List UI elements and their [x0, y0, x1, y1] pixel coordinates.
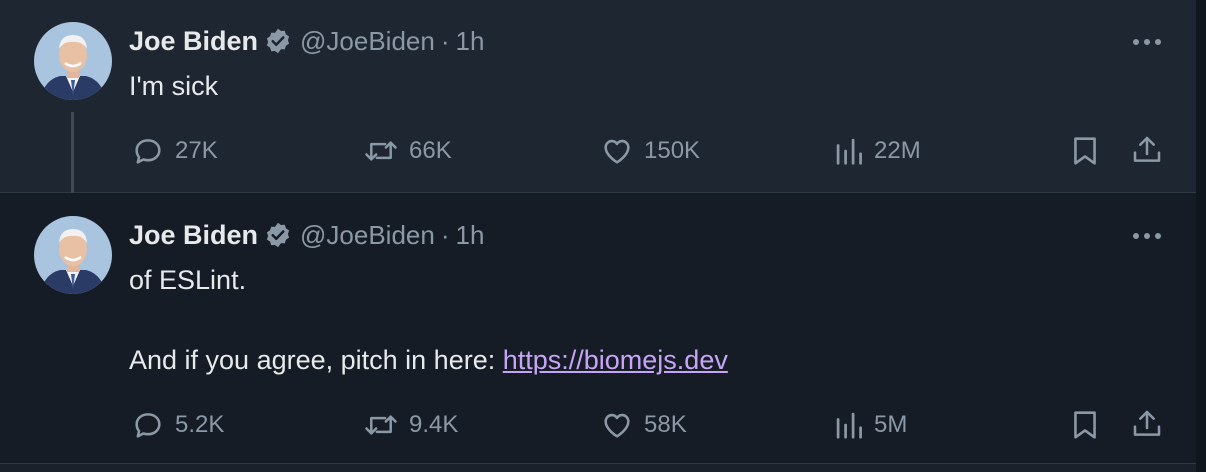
avatar[interactable] — [34, 22, 112, 100]
separator-dot: · — [440, 219, 450, 250]
repost-button[interactable]: 9.4K — [363, 407, 458, 443]
tweet-divider — [0, 463, 1196, 464]
tweet-text-segment: And if you agree, pitch in here: — [129, 345, 503, 375]
bar-chart-icon — [834, 134, 864, 168]
author-handle[interactable]: @JoeBiden — [300, 220, 435, 251]
repost-button[interactable]: 66K — [363, 133, 452, 169]
three-dots-icon[interactable] — [1130, 35, 1164, 47]
reply-count: 27K — [175, 137, 218, 164]
bar-chart-icon — [834, 408, 864, 442]
tweet-text-line: I'm sick — [129, 71, 219, 101]
tweet-text-blank-line — [129, 300, 728, 340]
heart-icon — [600, 134, 634, 168]
separator-dot: · — [440, 25, 450, 56]
views-button[interactable]: 22M — [834, 133, 921, 169]
tweet-card[interactable]: Joe Biden @JoeBiden · 1h of ESLint. And … — [0, 193, 1196, 463]
repost-count: 66K — [409, 137, 452, 164]
timestamp[interactable]: 1h — [456, 26, 485, 57]
bookmark-icon[interactable] — [1070, 408, 1100, 442]
views-button[interactable]: 5M — [834, 407, 907, 443]
reply-button[interactable]: 5.2K — [131, 407, 224, 443]
verified-badge-icon[interactable] — [264, 27, 292, 55]
tweet-text: I'm sick — [129, 66, 218, 106]
tweet-text-line: And if you agree, pitch in here: https:/… — [129, 340, 728, 380]
tweet-header: Joe Biden @JoeBiden · 1h — [129, 218, 484, 252]
author-name[interactable]: Joe Biden — [129, 26, 258, 57]
reply-button[interactable]: 27K — [131, 133, 218, 169]
bookmark-icon[interactable] — [1070, 134, 1100, 168]
verified-badge-icon[interactable] — [264, 221, 292, 249]
reply-count: 5.2K — [175, 411, 225, 438]
share-upload-icon[interactable] — [1131, 133, 1161, 167]
panel-edge — [1196, 0, 1206, 472]
speech-bubble-icon — [131, 134, 165, 168]
share-upload-icon[interactable] — [1131, 407, 1161, 441]
tweet-header: Joe Biden @JoeBiden · 1h — [129, 24, 484, 58]
tweet-card[interactable]: Joe Biden @JoeBiden · 1h I'm sick 27K 66… — [0, 0, 1196, 192]
like-button[interactable]: 150K — [600, 133, 700, 169]
avatar[interactable] — [34, 216, 112, 294]
repost-count: 9.4K — [409, 411, 459, 438]
retweet-arrows-icon — [363, 134, 399, 168]
heart-icon — [600, 408, 634, 442]
author-handle[interactable]: @JoeBiden — [300, 26, 435, 57]
like-count: 150K — [644, 137, 701, 164]
like-count: 58K — [644, 411, 687, 438]
timestamp[interactable]: 1h — [456, 220, 485, 251]
views-count: 5M — [874, 411, 908, 438]
speech-bubble-icon — [131, 408, 165, 442]
tweet-link[interactable]: https://biomejs.dev — [503, 345, 728, 375]
tweet-text: of ESLint. And if you agree, pitch in he… — [129, 260, 728, 380]
author-name[interactable]: Joe Biden — [129, 220, 258, 251]
views-count: 22M — [874, 137, 921, 164]
retweet-arrows-icon — [363, 408, 399, 442]
like-button[interactable]: 58K — [600, 407, 687, 443]
three-dots-icon[interactable] — [1130, 229, 1164, 241]
tweet-text-line: of ESLint. — [129, 265, 247, 295]
